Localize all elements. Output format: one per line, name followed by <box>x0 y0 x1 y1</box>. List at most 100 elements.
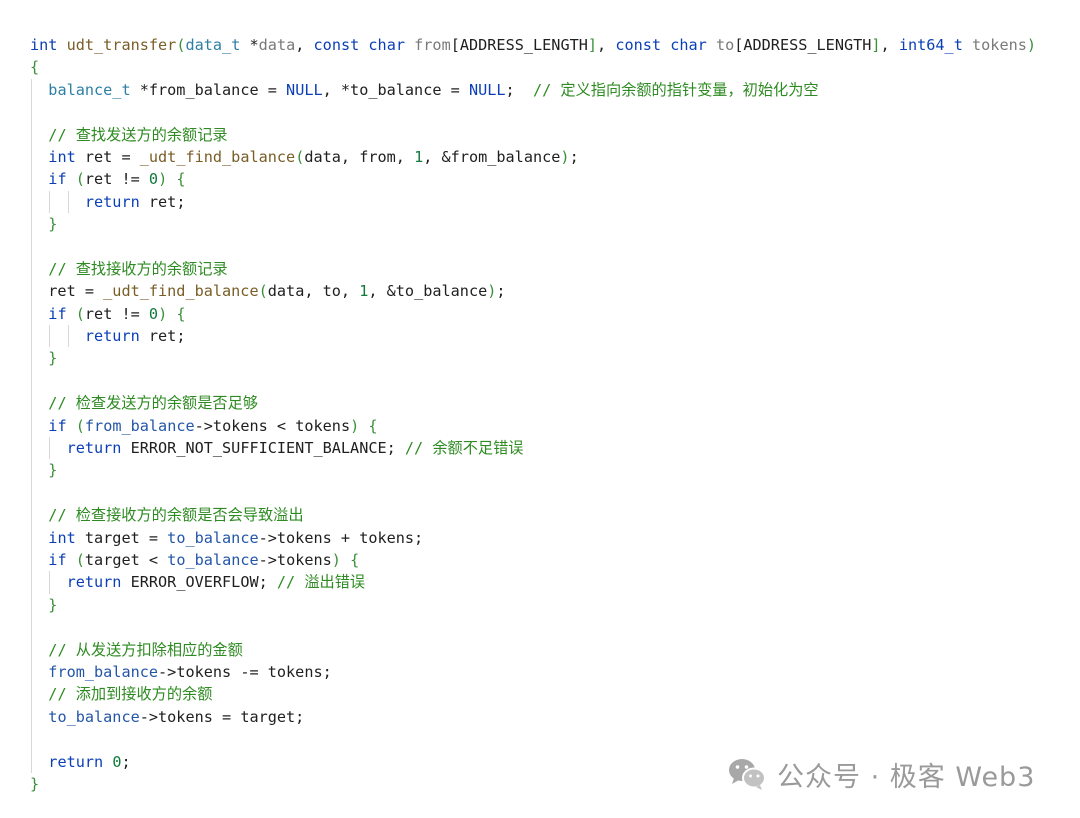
code-token <box>67 170 76 188</box>
code-token: _udt_find_balance <box>140 148 295 166</box>
code-line <box>30 370 1070 392</box>
wechat-icon <box>727 757 767 791</box>
code-token: , <box>295 36 313 54</box>
code-token <box>963 36 972 54</box>
code-token: from_balance <box>85 417 195 435</box>
code-token: , <box>597 36 615 54</box>
code-token: // 溢出错误 <box>277 573 365 591</box>
code-token <box>30 663 48 681</box>
code-token: from_balance <box>48 663 158 681</box>
code-token: const <box>314 36 360 54</box>
code-token <box>30 417 48 435</box>
code-line: ret = _udt_find_balance(data, to, 1, &to… <box>30 280 1070 302</box>
code-token: // 检查接收方的余额是否会导致溢出 <box>48 506 303 524</box>
code-token <box>57 36 66 54</box>
code-token: char <box>670 36 707 54</box>
code-token: ] <box>588 36 597 54</box>
indent-guide <box>31 124 32 146</box>
code-line: // 查找接收方的余额记录 <box>30 258 1070 280</box>
code-token: ->tokens -= tokens; <box>158 663 332 681</box>
code-token: ( <box>76 551 85 569</box>
code-token <box>405 36 414 54</box>
code-token <box>30 394 48 412</box>
code-token: ; <box>121 753 130 771</box>
code-token <box>30 461 48 479</box>
code-token <box>341 551 350 569</box>
code-token: balance_t <box>48 81 130 99</box>
indent-guide <box>31 370 32 392</box>
indent-guide <box>49 191 50 213</box>
code-line: if (ret != 0) { <box>30 168 1070 190</box>
code-line: if (ret != 0) { <box>30 303 1070 325</box>
code-token: ) <box>158 305 167 323</box>
code-token: , *to_balance = <box>323 81 469 99</box>
code-token: ) <box>1027 36 1036 54</box>
code-token: ( <box>76 417 85 435</box>
code-token: data <box>259 36 296 54</box>
code-token: 1 <box>359 282 368 300</box>
code-line <box>30 236 1070 258</box>
indent-guide <box>31 325 32 347</box>
code-token: data, from, <box>304 148 414 166</box>
code-token: // 添加到接收方的余额 <box>48 685 212 703</box>
code-token <box>67 305 76 323</box>
code-token: ( <box>295 148 304 166</box>
indent-guide <box>31 504 32 526</box>
code-line: } <box>30 594 1070 616</box>
code-line: } <box>30 459 1070 481</box>
code-token: // 从发送方扣除相应的金额 <box>48 641 243 659</box>
code-token: if <box>48 417 66 435</box>
code-line <box>30 101 1070 123</box>
code-token: , <box>881 36 899 54</box>
code-line <box>30 728 1070 750</box>
code-token: ; <box>570 148 579 166</box>
code-token <box>30 439 67 457</box>
code-line: // 检查接收方的余额是否会导致溢出 <box>30 504 1070 526</box>
code-token: to_balance <box>48 708 139 726</box>
code-token: udt_transfer <box>67 36 177 54</box>
code-token: ( <box>76 305 85 323</box>
code-line: if (target < to_balance->tokens) { <box>30 549 1070 571</box>
code-token: int <box>30 36 57 54</box>
code-token <box>30 193 85 211</box>
indent-guide <box>31 258 32 280</box>
indent-guide <box>31 347 32 369</box>
code-token: ERROR_OVERFLOW; <box>121 573 276 591</box>
indent-guide <box>31 706 32 728</box>
code-token <box>30 305 48 323</box>
code-token: to_balance <box>167 551 258 569</box>
code-token: ) <box>350 417 359 435</box>
indent-guide <box>31 482 32 504</box>
code-token <box>30 349 48 367</box>
watermark: 公众号 · 极客 Web3 <box>727 756 1035 792</box>
code-token: ->tokens + tokens; <box>259 529 424 547</box>
code-token: , &to_balance <box>368 282 487 300</box>
code-line: } <box>30 213 1070 235</box>
code-token: { <box>30 58 39 76</box>
code-token <box>30 148 48 166</box>
code-token: // 查找发送方的余额记录 <box>48 126 227 144</box>
indent-guide <box>31 415 32 437</box>
code-token: target = <box>76 529 167 547</box>
code-token: [ADDRESS_LENGTH <box>451 36 588 54</box>
indent-guide <box>31 280 32 302</box>
code-token: ; <box>496 282 505 300</box>
code-token: 1 <box>414 148 423 166</box>
code-token <box>30 596 48 614</box>
code-token: data_t <box>185 36 240 54</box>
code-line: // 检查发送方的余额是否足够 <box>30 392 1070 414</box>
indent-guide <box>31 303 32 325</box>
code-token: } <box>48 349 57 367</box>
code-token: 0 <box>149 170 158 188</box>
indent-guide <box>31 392 32 414</box>
indent-guide <box>31 236 32 258</box>
indent-guide <box>68 325 69 347</box>
code-token: { <box>176 305 185 323</box>
code-token: return <box>67 573 122 591</box>
code-token: ret = <box>76 148 140 166</box>
code-line: int udt_transfer(data_t *data, const cha… <box>30 34 1070 56</box>
code-line: balance_t *from_balance = NULL, *to_bala… <box>30 79 1070 101</box>
code-token <box>30 327 85 345</box>
indent-guide <box>31 213 32 235</box>
indent-guide <box>31 101 32 123</box>
